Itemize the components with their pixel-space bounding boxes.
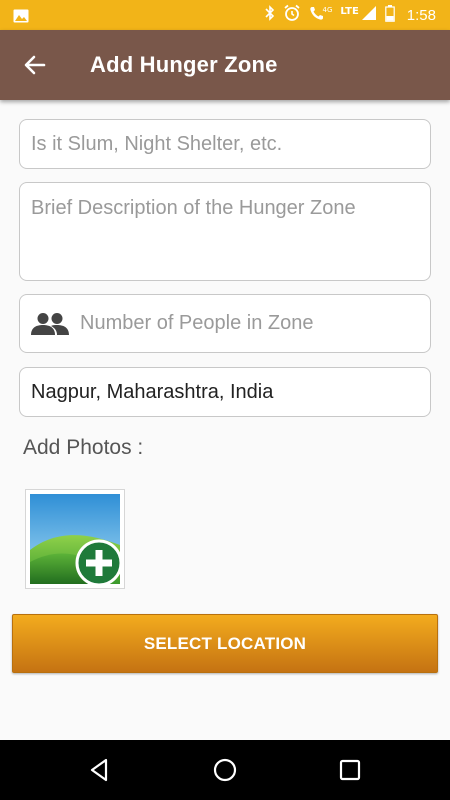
home-circle-icon[interactable]: [212, 757, 238, 783]
signal-icon: [361, 5, 377, 25]
people-count-input[interactable]: [20, 295, 430, 352]
arrow-back-icon[interactable]: [22, 52, 48, 78]
alarm-icon: [283, 4, 301, 26]
add-photo-icon: [26, 494, 124, 592]
bluetooth-icon: [264, 5, 275, 25]
status-icons: 4G LTE 1:58: [264, 0, 436, 30]
location-input[interactable]: [20, 368, 430, 416]
network-type-label: LTE: [340, 5, 359, 17]
people-count-field[interactable]: [19, 294, 431, 353]
description-input[interactable]: [20, 183, 430, 280]
select-location-button[interactable]: SELECT LOCATION: [12, 614, 438, 673]
location-field[interactable]: [19, 367, 431, 417]
recents-square-icon[interactable]: [337, 757, 363, 783]
add-photos-label: Add Photos :: [23, 436, 144, 459]
people-icon: [31, 312, 69, 342]
image-icon: [13, 8, 29, 27]
app-bar: Add Hunger Zone: [0, 30, 450, 100]
back-triangle-icon[interactable]: [87, 757, 113, 783]
status-time: 1:58: [406, 6, 436, 24]
zone-type-field[interactable]: [19, 119, 431, 169]
description-field[interactable]: [19, 182, 431, 281]
zone-type-input[interactable]: [20, 120, 430, 168]
page-title: Add Hunger Zone: [90, 52, 278, 77]
add-photo-button[interactable]: [25, 489, 125, 589]
data-type-label: 4G: [322, 6, 333, 14]
battery-icon: [384, 4, 395, 26]
navigation-bar: [0, 740, 450, 800]
status-bar: 4G LTE 1:58: [0, 0, 450, 30]
